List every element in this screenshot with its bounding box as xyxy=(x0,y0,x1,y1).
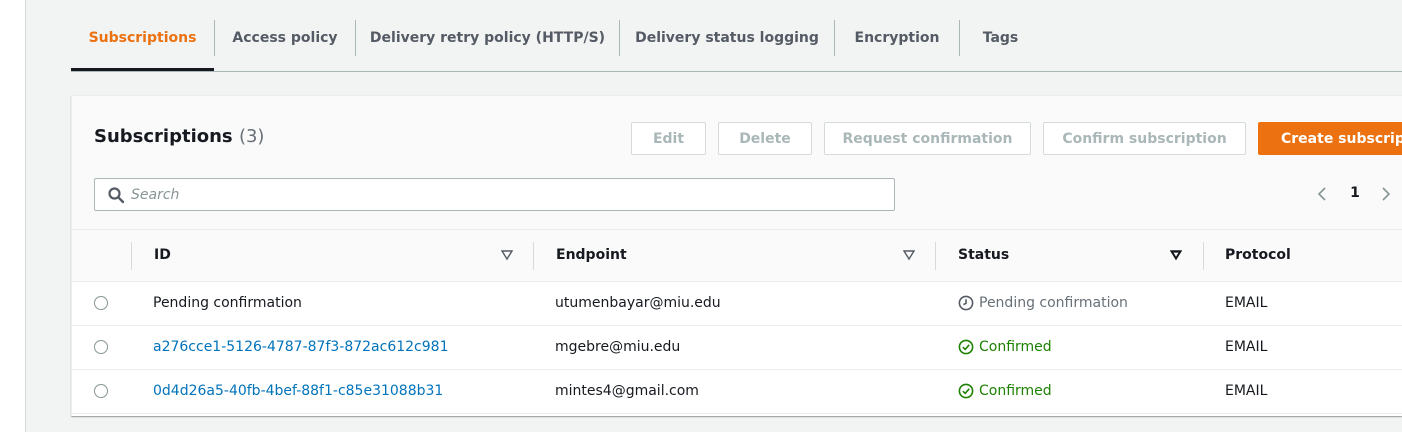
create-subscription-button[interactable]: Create subscript xyxy=(1258,122,1402,155)
panel-header: Subscriptions (3) Edit Delete Request co… xyxy=(72,96,1402,229)
check-circle-icon xyxy=(958,339,974,355)
status-cell: Confirmed xyxy=(958,383,1052,399)
left-rail xyxy=(0,0,26,432)
column-header-endpoint[interactable]: Endpoint xyxy=(556,247,627,263)
subscription-id-link[interactable]: 0d4d26a5-40fb-4bef-88f1-c85e31088b31 xyxy=(153,383,443,399)
column-divider xyxy=(533,242,534,270)
protocol-cell: EMAIL xyxy=(1225,383,1268,399)
check-circle-icon xyxy=(958,383,974,399)
tab-tags[interactable]: Tags xyxy=(960,20,1041,56)
table-row[interactable]: 0d4d26a5-40fb-4bef-88f1-c85e31088b31 min… xyxy=(72,370,1402,414)
active-tab-indicator xyxy=(71,68,214,71)
search-icon xyxy=(107,186,125,204)
protocol-cell: EMAIL xyxy=(1225,339,1268,355)
status-text: Confirmed xyxy=(979,383,1052,399)
table-header: ID Endpoint Status Protocol xyxy=(72,229,1402,282)
column-header-id[interactable]: ID xyxy=(154,247,171,263)
status-text: Pending confirmation xyxy=(979,295,1128,311)
chevron-right-icon[interactable] xyxy=(1378,184,1394,204)
row-select-radio[interactable] xyxy=(94,384,108,398)
tab-delivery-status-logging[interactable]: Delivery status logging xyxy=(620,20,834,56)
status-cell: Confirmed xyxy=(958,339,1052,355)
column-header-protocol[interactable]: Protocol xyxy=(1225,247,1291,263)
endpoint-cell: utumenbayar@miu.edu xyxy=(555,295,721,311)
search-input[interactable] xyxy=(131,180,881,209)
panel-title: Subscriptions (3) xyxy=(94,126,264,147)
subscription-id-link[interactable]: a276cce1-5126-4787-87f3-872ac612c981 xyxy=(153,339,448,355)
column-header-status[interactable]: Status xyxy=(958,247,1009,263)
tab-bar: Subscriptions Access policy Delivery ret… xyxy=(71,0,1402,72)
subscriptions-panel: Subscriptions (3) Edit Delete Request co… xyxy=(71,95,1402,416)
delete-button[interactable]: Delete xyxy=(718,122,812,155)
search-box xyxy=(94,178,895,211)
subscription-id: Pending confirmation xyxy=(153,295,302,311)
row-select-radio[interactable] xyxy=(94,296,108,310)
request-confirmation-button[interactable]: Request confirmation xyxy=(824,122,1031,155)
row-select-radio[interactable] xyxy=(94,340,108,354)
protocol-cell: EMAIL xyxy=(1225,295,1268,311)
clock-icon xyxy=(958,295,974,311)
tab-delivery-retry-policy[interactable]: Delivery retry policy (HTTP/S) xyxy=(356,20,619,56)
tab-encryption[interactable]: Encryption xyxy=(835,20,959,56)
endpoint-cell: mgebre@miu.edu xyxy=(555,339,681,355)
table-row[interactable]: a276cce1-5126-4787-87f3-872ac612c981 mge… xyxy=(72,326,1402,370)
status-cell: Pending confirmation xyxy=(958,295,1128,311)
confirm-subscription-button[interactable]: Confirm subscription xyxy=(1043,122,1246,155)
column-divider xyxy=(935,242,936,270)
subscription-count: (3) xyxy=(238,126,265,147)
caret-down-icon[interactable] xyxy=(903,249,915,261)
tab-subscriptions[interactable]: Subscriptions xyxy=(71,20,214,56)
caret-down-icon[interactable] xyxy=(501,249,513,261)
table-row[interactable]: Pending confirmation utumenbayar@miu.edu… xyxy=(72,282,1402,326)
caret-down-icon[interactable] xyxy=(1170,249,1182,261)
edit-button[interactable]: Edit xyxy=(631,122,706,155)
tab-access-policy[interactable]: Access policy xyxy=(215,20,355,56)
chevron-left-icon[interactable] xyxy=(1314,184,1330,204)
panel-title-text: Subscriptions xyxy=(94,126,233,147)
endpoint-cell: mintes4@gmail.com xyxy=(555,383,699,399)
page-number[interactable]: 1 xyxy=(1348,185,1362,203)
column-divider xyxy=(1203,242,1204,270)
column-divider xyxy=(131,242,132,270)
status-text: Confirmed xyxy=(979,339,1052,355)
